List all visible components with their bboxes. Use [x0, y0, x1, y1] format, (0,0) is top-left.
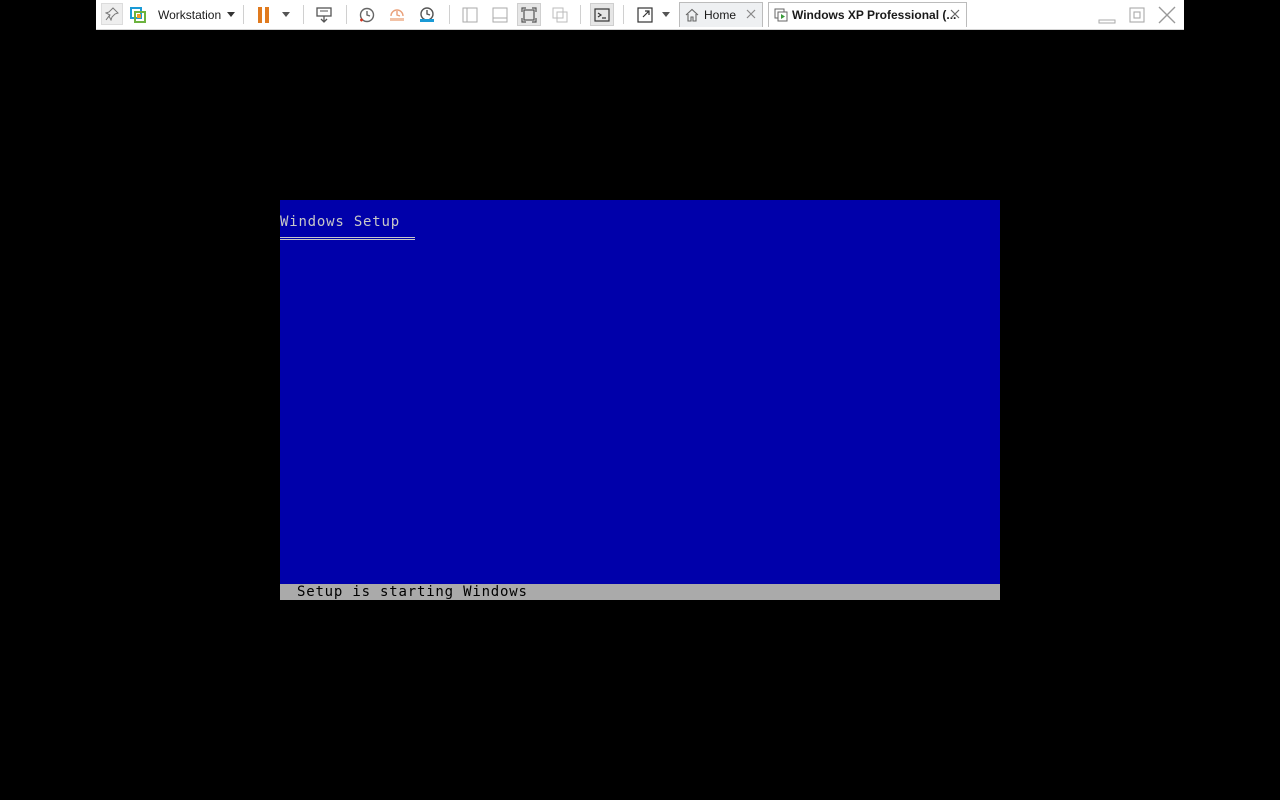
restore-button[interactable]: [1126, 0, 1148, 29]
snapshot-manager-button[interactable]: [416, 0, 438, 29]
toolbar-separator: [346, 5, 347, 24]
tab-home-label: Home: [704, 8, 737, 22]
toolbar-separator: [580, 5, 581, 24]
full-screen-button[interactable]: [634, 0, 656, 29]
setup-title: Windows Setup: [280, 214, 400, 230]
console-view-button[interactable]: [590, 3, 614, 26]
library-icon: [462, 7, 478, 23]
fit-guest-button[interactable]: [517, 3, 541, 26]
full-screen-dropdown[interactable]: [659, 0, 673, 29]
chevron-down-icon: [662, 12, 670, 17]
send-ctrl-alt-del-icon: [315, 6, 333, 24]
take-snapshot-button[interactable]: [356, 0, 378, 29]
vm-console-screen[interactable]: Windows Setup Setup is starting Windows: [280, 200, 1000, 600]
pause-icon: [257, 6, 271, 23]
home-icon: [685, 8, 699, 25]
minimize-button[interactable]: [1096, 0, 1118, 29]
toolbar-separator: [303, 5, 304, 24]
snapshot-manager-icon: [418, 6, 436, 24]
toolbar-separator: [623, 5, 624, 24]
pin-icon: [105, 7, 119, 21]
unity-button[interactable]: [549, 0, 571, 29]
thumbnail-icon: [492, 7, 508, 23]
close-icon[interactable]: [745, 8, 757, 23]
chevron-down-icon: [282, 12, 290, 17]
setup-status-bar: Setup is starting Windows: [280, 584, 1000, 600]
tab-home[interactable]: Home: [679, 2, 763, 27]
pin-toolbar-button[interactable]: [101, 3, 123, 25]
vm-tab-icon: [774, 8, 788, 25]
workstation-menu-button[interactable]: [128, 0, 148, 29]
restore-icon: [1128, 6, 1146, 24]
setup-status-text: Setup is starting Windows: [297, 584, 528, 600]
toolbar-separator: [449, 5, 450, 24]
suspend-button[interactable]: [254, 0, 274, 29]
vm-toolbar: Workstation Home Windows XP Professional…: [96, 0, 1184, 30]
show-library-button[interactable]: [459, 0, 481, 29]
unity-icon: [552, 7, 568, 23]
workstation-logo-icon: [130, 6, 146, 23]
workstation-menu-label[interactable]: Workstation: [158, 0, 221, 29]
full-screen-icon: [637, 6, 653, 23]
power-options-dropdown[interactable]: [279, 0, 293, 29]
fit-window-icon: [521, 6, 537, 23]
send-ctrl-alt-del-button[interactable]: [313, 0, 335, 29]
workstation-menu-dropdown[interactable]: [225, 0, 237, 29]
close-icon: [1157, 5, 1177, 25]
toolbar-separator: [243, 5, 244, 24]
tab-vm-label: Windows XP Professional (...: [792, 8, 957, 22]
revert-snapshot-button[interactable]: [386, 0, 408, 29]
show-thumbnail-bar-button[interactable]: [489, 0, 511, 29]
minimize-icon: [1098, 6, 1116, 24]
snapshot-icon: [358, 6, 376, 24]
close-icon[interactable]: [949, 8, 961, 23]
exit-full-screen-button[interactable]: [1156, 0, 1178, 29]
tab-windows-xp-professional[interactable]: Windows XP Professional (...: [768, 2, 967, 27]
console-icon: [594, 7, 610, 23]
chevron-down-icon: [227, 12, 235, 17]
title-double-underline: [280, 237, 415, 240]
revert-snapshot-icon: [388, 6, 406, 24]
